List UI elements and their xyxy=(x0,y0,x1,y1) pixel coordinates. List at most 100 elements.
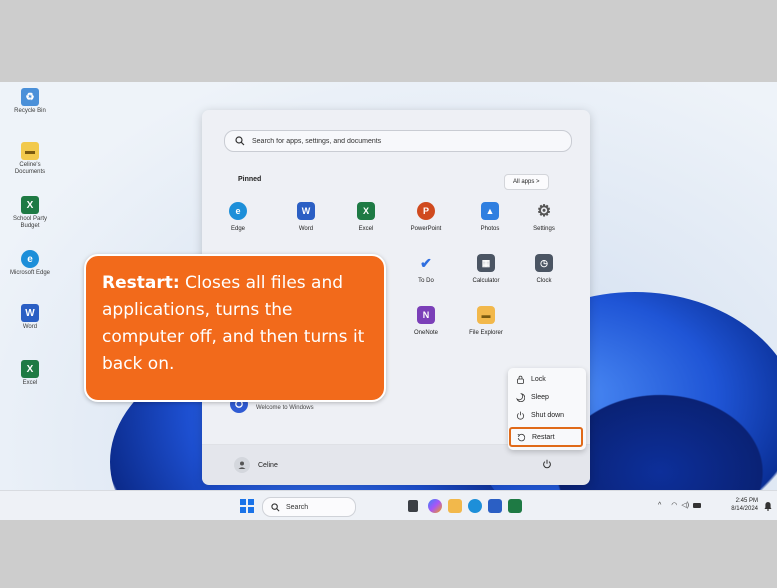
desktop-icon-edge[interactable]: e Microsoft Edge xyxy=(8,250,52,277)
excel-icon: X xyxy=(357,202,375,220)
volume-icon[interactable]: ◁) xyxy=(681,501,689,509)
clock-time: 2:45 PM xyxy=(735,498,758,504)
power-menu-restart[interactable]: Restart xyxy=(509,427,583,447)
top-letterbox xyxy=(0,0,777,82)
calculator-icon: ▦ xyxy=(477,254,495,272)
desktop-icon-label: Microsoft Edge xyxy=(9,270,51,276)
pinned-app-label: Settings xyxy=(533,226,555,232)
pinned-app-todo[interactable]: ✔ To Do xyxy=(398,254,454,285)
folder-icon: ▬ xyxy=(21,142,39,160)
clock-icon: ◷ xyxy=(535,254,553,272)
start-menu-footer: Celine xyxy=(202,444,590,485)
pinned-app-settings[interactable]: ⚙ Settings xyxy=(516,202,572,232)
windows-logo-icon xyxy=(240,499,246,505)
desktop-icon-recycle-bin[interactable]: ♻ Recycle Bin xyxy=(8,88,52,115)
pinned-app-word[interactable]: W Word xyxy=(278,202,334,232)
pinned-app-label: Clock xyxy=(536,278,552,284)
taskbar-search[interactable]: Search xyxy=(262,497,356,517)
pinned-app-clock[interactable]: ◷ Clock xyxy=(516,254,572,284)
pinned-app-powerpoint[interactable]: P PowerPoint xyxy=(398,202,454,232)
taskbar-search-label: Search xyxy=(286,503,309,511)
pinned-app-label: Excel xyxy=(358,226,374,232)
word-icon: W xyxy=(21,304,39,322)
power-menu-sleep[interactable]: Sleep xyxy=(508,389,586,405)
edge-icon[interactable] xyxy=(468,499,482,513)
desktop-icon-label: Recycle Bin xyxy=(14,108,46,114)
pinned-app-label: Word xyxy=(298,226,314,232)
pinned-app-edge[interactable]: e Edge xyxy=(210,202,266,232)
restart-callout: Restart: Closes all files and applicatio… xyxy=(84,254,386,402)
word-icon: W xyxy=(297,202,315,220)
avatar xyxy=(234,457,250,473)
edge-icon: e xyxy=(229,202,247,220)
copilot-icon[interactable] xyxy=(428,499,442,513)
battery-icon[interactable] xyxy=(693,502,702,508)
start-button[interactable] xyxy=(240,499,254,513)
power-button[interactable] xyxy=(540,457,554,471)
all-apps-button[interactable]: All apps > xyxy=(504,174,549,190)
shutdown-label: Shut down xyxy=(531,411,565,419)
lock-label: Lock xyxy=(531,375,546,383)
photos-icon: ▲ xyxy=(481,202,499,220)
pinned-app-label: PowerPoint xyxy=(410,226,442,232)
task-view-icon[interactable] xyxy=(408,500,418,512)
restart-label: Restart xyxy=(532,433,555,441)
sleep-label: Sleep xyxy=(531,393,549,401)
user-icon xyxy=(238,461,246,469)
user-account-button[interactable]: Celine xyxy=(234,457,278,473)
desktop-icon-label: Word xyxy=(22,324,38,330)
powerpoint-icon: P xyxy=(417,202,435,220)
clock-date: 8/14/2024 xyxy=(731,506,758,512)
user-name: Celine xyxy=(258,461,278,469)
recycle-bin-icon: ♻ xyxy=(21,88,39,106)
desktop-icon-excel[interactable]: X Excel xyxy=(8,360,52,387)
pinned-app-excel[interactable]: X Excel xyxy=(338,202,394,232)
start-search-box[interactable] xyxy=(224,130,572,152)
desktop-icon-budget[interactable]: X School Party Budget xyxy=(8,196,52,230)
search-icon xyxy=(235,136,245,146)
pinned-heading: Pinned xyxy=(238,176,262,183)
word-icon[interactable] xyxy=(488,499,502,513)
edge-icon: e xyxy=(21,250,39,268)
pinned-app-label: File Explorer xyxy=(469,330,503,336)
pinned-app-label: Photos xyxy=(480,226,500,232)
start-search-input[interactable] xyxy=(250,136,554,146)
notification-bell-icon[interactable] xyxy=(764,501,772,511)
shutdown-icon xyxy=(516,411,525,419)
onenote-icon: N xyxy=(417,306,435,324)
pinned-app-label: OneNote xyxy=(413,330,438,336)
pinned-app-label: Calculator xyxy=(472,278,500,284)
desktop-icon-label: Excel xyxy=(22,380,38,386)
taskbar-clock[interactable]: 2:45 PM 8/14/2024 xyxy=(716,497,758,513)
excel-icon[interactable] xyxy=(508,499,522,513)
search-icon xyxy=(271,502,280,511)
file-explorer-icon: ▬ xyxy=(477,306,495,324)
file-explorer-icon[interactable] xyxy=(448,499,462,513)
pinned-app-onenote[interactable]: N OneNote xyxy=(398,306,454,336)
callout-text: Restart: Closes all files and applicatio… xyxy=(102,270,368,378)
callout-bold: Restart: xyxy=(102,273,180,293)
chevron-up-icon[interactable]: ^ xyxy=(658,502,661,509)
pinned-app-calculator[interactable]: ▦ Calculator xyxy=(458,254,514,284)
sleep-icon xyxy=(516,392,525,402)
desktop-icon-label: School Party Budget xyxy=(12,216,48,229)
wifi-icon[interactable]: ◠ xyxy=(671,501,677,509)
pinned-app-file-explorer[interactable]: ▬ File Explorer xyxy=(458,306,514,336)
desktop-icon-word[interactable]: W Word xyxy=(8,304,52,331)
excel-icon: X xyxy=(21,196,39,214)
desktop-icon-documents[interactable]: ▬ Celine's Documents xyxy=(8,142,52,176)
settings-icon: ⚙ xyxy=(536,203,552,220)
lock-icon xyxy=(517,375,524,384)
power-menu-shutdown[interactable]: Shut down xyxy=(508,407,586,423)
power-icon xyxy=(543,459,551,469)
restart-icon xyxy=(517,433,526,441)
system-tray[interactable]: ^ ◠ ◁) xyxy=(658,501,702,509)
pinned-app-photos[interactable]: ▲ Photos xyxy=(462,202,518,232)
pinned-app-label: To Do xyxy=(418,278,434,284)
pinned-app-label: Edge xyxy=(230,226,245,232)
recommended-subtitle: Welcome to Windows xyxy=(256,405,314,411)
todo-icon: ✔ xyxy=(420,254,432,271)
desktop-icon-label: Celine's Documents xyxy=(14,162,46,175)
excel-icon: X xyxy=(21,360,39,378)
power-menu-lock[interactable]: Lock xyxy=(508,371,586,387)
